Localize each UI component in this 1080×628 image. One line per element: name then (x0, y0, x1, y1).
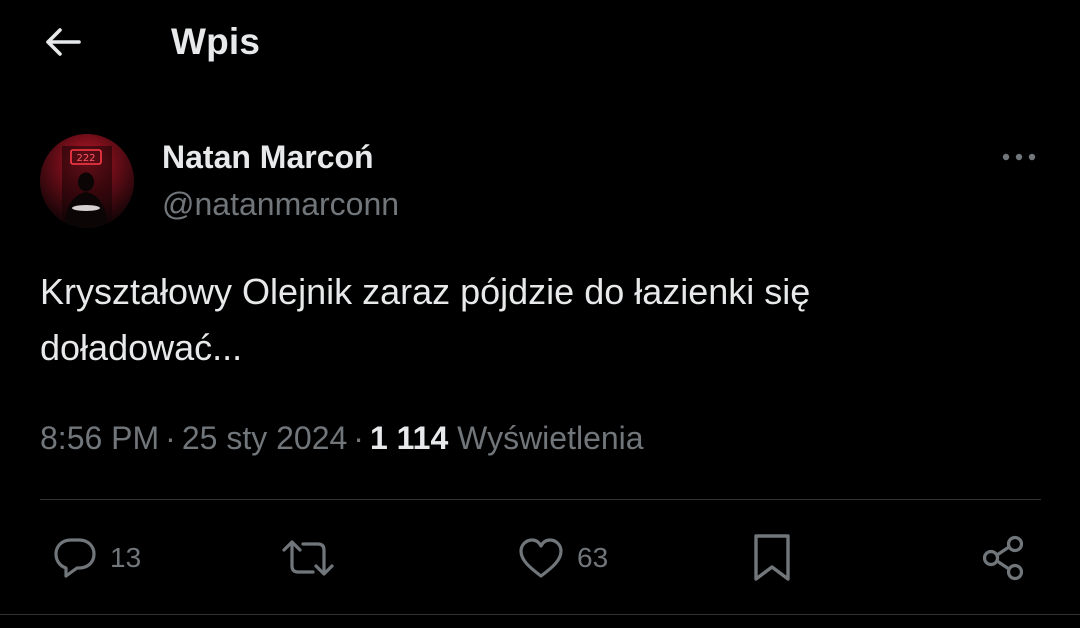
bookmark-icon (750, 532, 794, 584)
reply-count: 13 (110, 542, 142, 573)
tweet-date[interactable]: 25 sty 2024 (182, 420, 347, 456)
meta-separator: · (165, 420, 176, 456)
meta-separator: · (353, 420, 364, 456)
avatar[interactable]: 222 (40, 134, 134, 228)
like-count: 63 (577, 542, 609, 573)
like-button[interactable]: 63 (517, 532, 608, 584)
retweet-button[interactable] (280, 532, 348, 584)
divider (0, 614, 1080, 615)
author-handle[interactable]: @natanmarconn (162, 185, 399, 223)
more-options-button[interactable] (996, 138, 1042, 176)
heart-icon (517, 536, 565, 580)
back-button[interactable] (38, 20, 86, 64)
reply-button[interactable]: 13 (52, 532, 141, 584)
author-name[interactable]: Natan Marcoń (162, 138, 374, 176)
share-icon (980, 534, 1026, 582)
tweet-text: Kryształowy Olejnik zaraz pójdzie do łaz… (40, 271, 811, 368)
views-label: Wyświetlenia (457, 420, 644, 456)
retweet-icon (280, 536, 336, 580)
reply-icon (52, 536, 98, 580)
tweet-meta: 8:56 PM · 25 sty 2024 · 1 114 Wyświetlenia (40, 418, 644, 458)
share-button[interactable] (980, 532, 1038, 584)
page-title: Wpis (171, 21, 261, 62)
arrow-left-icon (43, 26, 81, 58)
tweet-time[interactable]: 8:56 PM (40, 420, 159, 456)
top-bar: Wpis (0, 0, 1080, 86)
views-count: 1 114 (369, 420, 449, 456)
more-icon (1001, 152, 1037, 162)
bookmark-button[interactable] (750, 532, 806, 584)
divider (40, 499, 1041, 500)
avatar-neon-text: 222 (76, 153, 95, 164)
